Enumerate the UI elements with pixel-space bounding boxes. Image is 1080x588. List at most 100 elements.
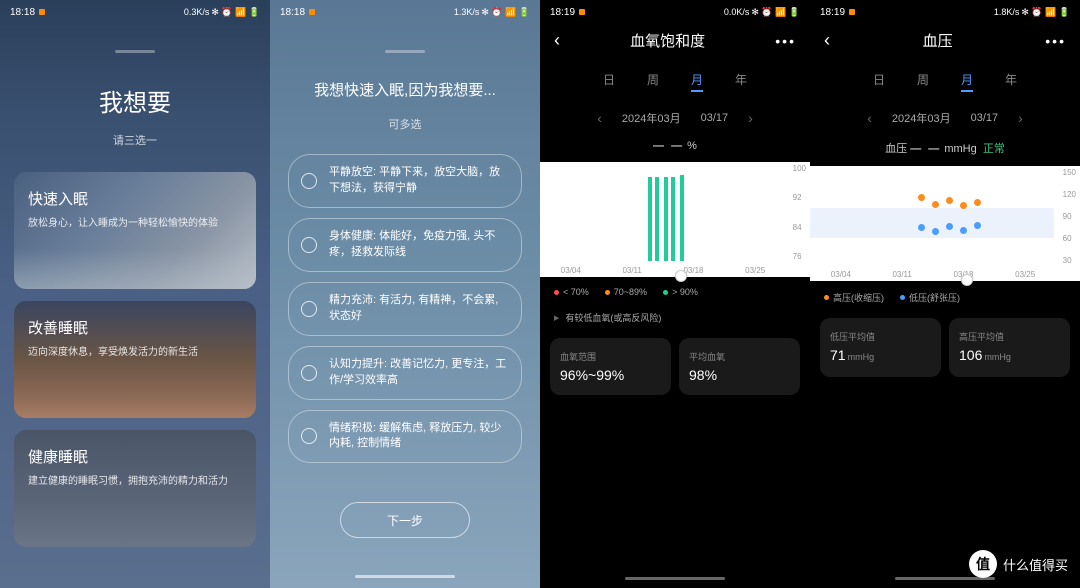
home-indicator-icon[interactable] <box>355 575 455 578</box>
chart-slider-handle[interactable] <box>675 270 687 282</box>
back-icon[interactable]: ‹ <box>824 30 830 51</box>
option-text: 身体健康: 体能好，免疫力强, 头不疼，拯救发际线 <box>329 229 509 261</box>
tab-month[interactable]: 月 <box>961 71 973 92</box>
drag-handle-icon[interactable] <box>385 50 425 53</box>
status-bar: 18:19 0.0K/s✻ ⏰ 📶 🔋 <box>540 0 810 24</box>
tab-day[interactable]: 日 <box>873 71 885 92</box>
status-icons: ✻ ⏰ 📶 🔋 <box>481 7 530 18</box>
date-day: 03/17 <box>971 112 999 124</box>
legend-dot-icon <box>554 290 559 295</box>
next-icon[interactable]: › <box>748 110 753 126</box>
tab-year[interactable]: 年 <box>735 71 747 92</box>
card-desc: 迈向深度休息，享受焕发活力的新生活 <box>28 343 242 358</box>
option-energy[interactable]: 精力充沛: 有活力, 有精神，不会累, 状态好 <box>288 282 522 336</box>
prev-icon[interactable]: ‹ <box>597 110 602 126</box>
option-text: 认知力提升: 改善记忆力, 更专注，工作/学习效率高 <box>329 357 509 389</box>
status-net: 0.3K/s <box>184 7 210 17</box>
bp-legend: 高压(收缩压) 低压(舒张压) <box>810 281 1080 314</box>
page-title: 我想快速入眠,因为我想要... <box>288 79 522 100</box>
status-normal: 正常 <box>983 143 1005 155</box>
spo2-legend: < 70% 70~89% > 90% <box>540 277 810 307</box>
y-axis: 150120906030 <box>1063 168 1076 265</box>
page-title: 我想要 <box>14 83 256 118</box>
status-icons: ✻ ⏰ 📶 🔋 <box>1021 7 1070 18</box>
tab-day[interactable]: 日 <box>603 71 615 92</box>
record-indicator-icon <box>309 9 315 15</box>
legend-dot-icon <box>663 290 668 295</box>
record-indicator-icon <box>579 9 585 15</box>
drag-handle-icon[interactable] <box>115 50 155 53</box>
next-button[interactable]: 下一步 <box>340 502 470 538</box>
page-title: 血氧饱和度 <box>630 30 705 51</box>
next-icon[interactable]: › <box>1018 110 1023 126</box>
option-health[interactable]: 身体健康: 体能好，免疫力强, 头不疼，拯救发际线 <box>288 218 522 272</box>
card-fast-sleep[interactable]: 快速入眠 放松身心，让入睡成为一种轻松愉快的体验 <box>14 172 256 289</box>
option-emotion[interactable]: 情绪积极: 缓解焦虑, 释放压力, 较少内耗, 控制情绪 <box>288 410 522 464</box>
status-bar: 18:18 0.3K/s✻ ⏰ 📶 🔋 <box>0 0 270 24</box>
stat-high-avg[interactable]: 高压平均值106mmHg <box>949 318 1070 377</box>
card-title: 健康睡眠 <box>28 446 242 467</box>
option-text: 情绪积极: 缓解焦虑, 释放压力, 较少内耗, 控制情绪 <box>329 421 509 453</box>
card-title: 快速入眠 <box>28 188 242 209</box>
watermark: 值 什么值得买 <box>969 550 1068 578</box>
back-icon[interactable]: ‹ <box>554 30 560 51</box>
more-icon[interactable]: ••• <box>1045 33 1066 49</box>
screen-spo2: 18:19 0.0K/s✻ ⏰ 📶 🔋 ‹ 血氧饱和度 ••• 日 周 月 年 … <box>540 0 810 588</box>
page-title: 血压 <box>923 30 953 51</box>
home-indicator-icon[interactable] <box>625 577 725 580</box>
status-time: 18:18 <box>280 7 305 18</box>
date-month[interactable]: 2024年03月 <box>622 110 681 126</box>
status-net: 1.3K/s <box>454 7 480 17</box>
radio-icon <box>301 365 317 381</box>
bp-high-point <box>974 199 981 206</box>
option-cognition[interactable]: 认知力提升: 改善记忆力, 更专注，工作/学习效率高 <box>288 346 522 400</box>
bp-high-point <box>960 202 967 209</box>
status-net: 1.8K/s <box>994 7 1020 17</box>
stats-row: 低压平均值71mmHg 高压平均值106mmHg <box>810 314 1080 381</box>
bp-high-point <box>946 197 953 204</box>
radio-icon <box>301 301 317 317</box>
option-calm[interactable]: 平静放空: 平静下来，放空大脑，放下想法，获得宁静 <box>288 154 522 208</box>
tab-year[interactable]: 年 <box>1005 71 1017 92</box>
tab-week[interactable]: 周 <box>647 71 659 92</box>
card-desc: 放松身心，让入睡成为一种轻松愉快的体验 <box>28 214 242 229</box>
record-indicator-icon <box>39 9 45 15</box>
card-desc: 建立健康的睡眠习惯，拥抱充沛的精力和活力 <box>28 472 242 487</box>
y-axis: 100928476 <box>793 164 806 261</box>
legend-dot-icon <box>824 295 829 300</box>
record-indicator-icon <box>849 9 855 15</box>
current-value: 血压 — — mmHg 正常 <box>810 134 1080 162</box>
current-value: — — % <box>540 134 810 158</box>
prev-icon[interactable]: ‹ <box>867 110 872 126</box>
more-icon[interactable]: ••• <box>775 33 796 49</box>
stat-range[interactable]: 血氧范围96%~99% <box>550 338 671 395</box>
legend-dot-icon <box>900 295 905 300</box>
bp-low-point <box>974 222 981 229</box>
stat-avg[interactable]: 平均血氧98% <box>679 338 800 395</box>
date-month[interactable]: 2024年03月 <box>892 110 951 126</box>
tab-month[interactable]: 月 <box>691 71 703 92</box>
period-tabs: 日 周 月 年 <box>810 61 1080 102</box>
bp-low-point <box>932 228 939 235</box>
bp-low-point <box>946 223 953 230</box>
card-healthy-sleep[interactable]: 健康睡眠 建立健康的睡眠习惯，拥抱充沛的精力和活力 <box>14 430 256 547</box>
date-navigator: ‹ 2024年03月 03/17 › <box>810 102 1080 134</box>
bp-low-point <box>918 224 925 231</box>
stats-row: 血氧范围96%~99% 平均血氧98% <box>540 334 810 399</box>
bp-chart[interactable]: 150120906030 03/0403/1103/1803/25 <box>810 166 1080 281</box>
radio-icon <box>301 173 317 189</box>
spo2-chart[interactable]: 100928476 03/0403/1103/1803/25 <box>540 162 810 277</box>
card-improve-sleep[interactable]: 改善睡眠 迈向深度休息，享受焕发活力的新生活 <box>14 301 256 418</box>
radio-icon <box>301 237 317 253</box>
x-axis: 03/0403/1103/1803/25 <box>810 270 1080 279</box>
tab-week[interactable]: 周 <box>917 71 929 92</box>
status-bar: 18:19 1.8K/s✻ ⏰ 📶 🔋 <box>810 0 1080 24</box>
page-subtitle: 请三选一 <box>14 132 256 148</box>
stat-low-avg[interactable]: 低压平均值71mmHg <box>820 318 941 377</box>
risk-indicator[interactable]: ▶有较低血氧(或高反风险) <box>540 307 810 334</box>
option-text: 精力充沛: 有活力, 有精神，不会累, 状态好 <box>329 293 509 325</box>
date-navigator: ‹ 2024年03月 03/17 › <box>540 102 810 134</box>
status-time: 18:19 <box>820 7 845 18</box>
chart-bars <box>648 170 684 261</box>
legend-dot-icon <box>605 290 610 295</box>
